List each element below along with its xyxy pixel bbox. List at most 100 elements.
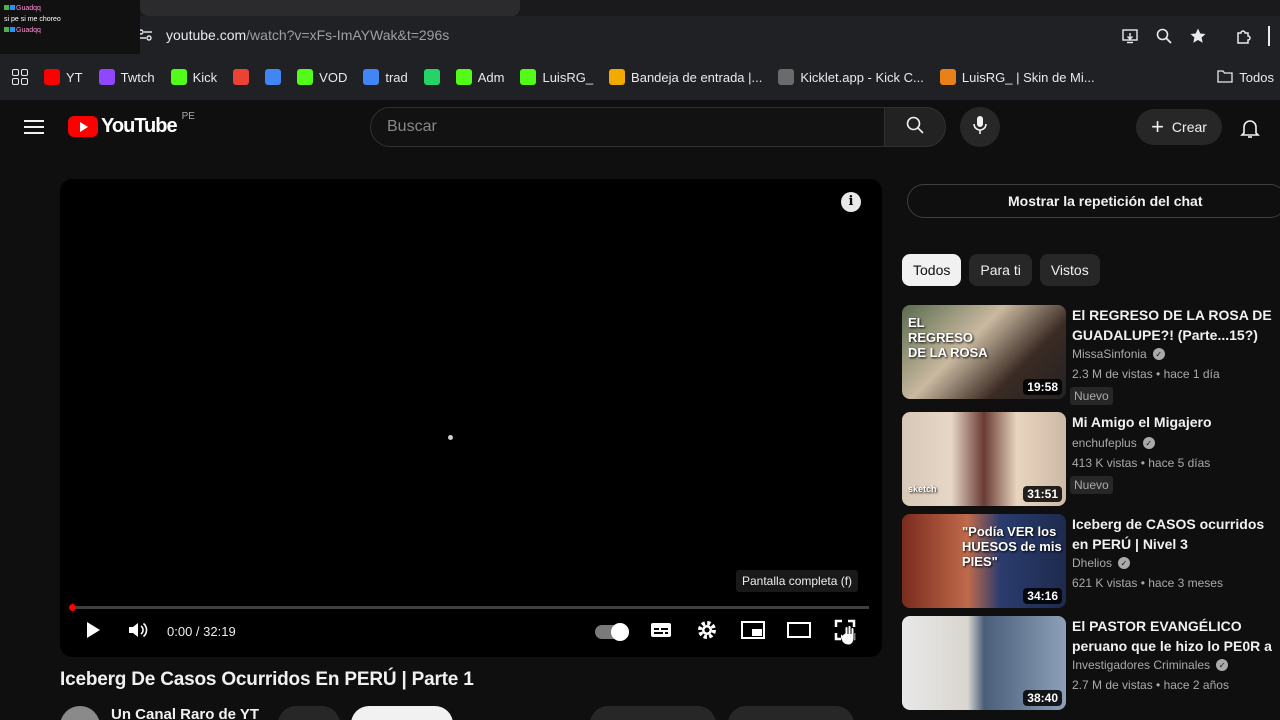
bookmark-label: trad xyxy=(385,69,408,85)
youtube-header: YouTube PE Buscar + Crear xyxy=(0,100,1280,156)
autoplay-toggle[interactable] xyxy=(595,623,629,641)
like-dislike-button[interactable] xyxy=(590,706,716,720)
video-thumbnail[interactable]: "Podía VER los HUESOS de mis PIES" 34:16 xyxy=(902,514,1066,608)
verified-icon: ✓ xyxy=(1152,348,1165,360)
bookmark-item[interactable] xyxy=(416,65,448,89)
bookmark-item[interactable]: LuisRG_ | Skin de Mi... xyxy=(932,65,1103,89)
bookmark-item[interactable] xyxy=(225,65,257,89)
filter-chips: Todos Para ti Vistos xyxy=(902,254,1100,286)
thumbnail-text: "Podía VER los HUESOS de mis PIES" xyxy=(962,524,1062,569)
bookmark-item[interactable]: trad xyxy=(355,65,415,89)
progress-bar[interactable] xyxy=(69,604,869,611)
play-button[interactable] xyxy=(82,619,104,645)
theater-mode-button[interactable] xyxy=(786,619,812,645)
create-label: Crear xyxy=(1171,119,1207,135)
bookmark-star-icon[interactable] xyxy=(1188,26,1208,46)
video-player[interactable]: i Pantalla completa (f) 0:00 / 32:19 xyxy=(60,179,882,657)
omnibox-row: youtube.com/watch?v=xFs-ImAYWak&t=296s xyxy=(0,16,1280,56)
recommendation-meta: 2.3 M de vistas • hace 1 día xyxy=(1072,367,1220,381)
join-button[interactable] xyxy=(278,706,340,720)
chip-vistos[interactable]: Vistos xyxy=(1039,254,1100,286)
extensions-icon[interactable] xyxy=(1234,26,1254,46)
channel-row: Un Canal Raro de YT xyxy=(60,704,882,720)
recommendation-meta: 621 K vistas • hace 3 meses xyxy=(1072,576,1223,590)
logo-text: YouTube xyxy=(101,115,178,137)
bookmark-item[interactable] xyxy=(257,65,289,89)
recommendation-title[interactable]: El REGRESO DE LA ROSA DE GUADALUPE?! (Pa… xyxy=(1072,305,1280,345)
install-app-icon[interactable] xyxy=(1120,26,1140,46)
kick-icon xyxy=(455,69,472,85)
video-duration: 31:51 xyxy=(1023,486,1062,502)
bookmarks-bar: YT Twtch Kick VOD trad Adm LuisRG_ Bandeja de e… xyxy=(0,64,1280,90)
video-thumbnail[interactable]: 38:40 xyxy=(902,616,1066,710)
video-thumbnail[interactable]: EL REGRESO DE LA ROSA 19:58 xyxy=(902,305,1066,399)
search-button[interactable] xyxy=(884,107,946,147)
bookmark-label: Twtch xyxy=(120,69,155,85)
thumbnail-text: sketch xyxy=(908,484,937,494)
active-tab[interactable] xyxy=(140,0,520,16)
youtube-logo[interactable]: YouTube PE xyxy=(68,111,195,138)
bookmark-item[interactable]: Twtch xyxy=(91,65,163,89)
verified-icon: ✓ xyxy=(1118,557,1131,569)
thumbnail-text: EL REGRESO DE LA ROSA xyxy=(908,315,988,360)
bookmark-item[interactable]: Kick xyxy=(163,65,226,89)
new-badge: Nuevo xyxy=(1070,387,1113,405)
apps-grid-icon[interactable] xyxy=(12,69,28,85)
recommendation-title[interactable]: Iceberg de CASOS ocurridos en PERÚ | Niv… xyxy=(1072,514,1280,554)
bookmark-item[interactable]: YT xyxy=(36,65,91,89)
recommendation-item[interactable]: sketch 31:51 Mi Amigo el Migajero enchufepl… xyxy=(902,412,1280,508)
bookmark-item[interactable]: Bandeja de entrada |... xyxy=(601,65,770,89)
recommendation-item[interactable]: EL REGRESO DE LA ROSA 19:58 El REGRESO DE … xyxy=(902,305,1280,405)
menu-icon[interactable] xyxy=(24,117,44,137)
recommendation-title[interactable]: Mi Amigo el Migajero xyxy=(1072,412,1280,432)
recommendation-title[interactable]: El PASTOR EVANGÉLICO peruano que le hizo… xyxy=(1072,616,1280,656)
video-duration: 34:16 xyxy=(1023,588,1062,604)
chip-todos[interactable]: Todos xyxy=(902,254,962,286)
bookmark-label: Kicklet.app - Kick C... xyxy=(800,69,924,85)
youtube-play-icon xyxy=(68,116,98,137)
gmail-icon xyxy=(233,69,250,85)
zoom-icon[interactable] xyxy=(1154,26,1174,46)
subtitles-button[interactable] xyxy=(649,619,673,645)
channel-name[interactable]: Un Canal Raro de YT xyxy=(111,706,259,720)
recommendation-channel[interactable]: Investigadores Criminales ✓ xyxy=(1072,658,1229,672)
notifications-bell-icon[interactable] xyxy=(1238,116,1262,140)
kick-icon xyxy=(170,69,187,85)
info-icon[interactable]: i xyxy=(841,192,861,212)
show-chat-replay-button[interactable]: Mostrar la repetición del chat xyxy=(907,184,1280,218)
theater-icon xyxy=(787,621,811,643)
recommendation-channel[interactable]: MissaSinfonia ✓ xyxy=(1072,347,1165,361)
time-display: 0:00 / 32:19 xyxy=(167,624,236,639)
recommendation-channel[interactable]: Dhelios ✓ xyxy=(1072,556,1131,570)
recommendation-channel[interactable]: enchufeplus ✓ xyxy=(1072,436,1155,450)
bookmark-item[interactable]: Kicklet.app - Kick C... xyxy=(770,65,932,89)
miniplayer-button[interactable] xyxy=(740,619,766,645)
scrubber-knob[interactable] xyxy=(69,604,76,611)
channel-avatar[interactable] xyxy=(60,706,100,720)
stream-chat-overlay: Guadqq si pe si me choreo Guadqq xyxy=(0,0,140,54)
recommendation-meta: 413 K vistas • hace 5 días xyxy=(1072,456,1211,470)
chat-replay-label: Mostrar la repetición del chat xyxy=(1008,193,1203,209)
bookmark-item[interactable]: Adm xyxy=(448,65,513,89)
bookmarks-folder-label: Todos xyxy=(1239,69,1274,85)
recommendation-item[interactable]: 38:40 El PASTOR EVANGÉLICO peruano que le… xyxy=(902,616,1280,712)
channel-name: enchufeplus xyxy=(1072,436,1137,450)
youtube-icon xyxy=(44,69,60,85)
voice-search-button[interactable] xyxy=(960,107,1000,147)
mute-button[interactable] xyxy=(126,619,150,645)
chip-para-ti[interactable]: Para ti xyxy=(969,254,1032,286)
settings-button[interactable] xyxy=(695,619,719,645)
bookmark-item[interactable]: LuisRG_ xyxy=(512,65,601,89)
subscribe-button[interactable] xyxy=(351,706,453,720)
bookmarks-folder[interactable]: Todos xyxy=(1217,64,1280,90)
bookmark-item[interactable]: VOD xyxy=(289,65,355,89)
tab-strip xyxy=(0,0,1280,16)
search-input[interactable]: Buscar xyxy=(370,107,886,147)
whatsapp-icon xyxy=(423,69,440,85)
share-button[interactable] xyxy=(728,706,854,720)
loading-dot xyxy=(448,435,453,440)
address-bar[interactable]: youtube.com/watch?v=xFs-ImAYWak&t=296s xyxy=(166,27,449,43)
video-thumbnail[interactable]: sketch 31:51 xyxy=(902,412,1066,506)
create-button[interactable]: + Crear xyxy=(1136,109,1222,145)
recommendation-item[interactable]: "Podía VER los HUESOS de mis PIES" 34:16 I… xyxy=(902,514,1280,610)
